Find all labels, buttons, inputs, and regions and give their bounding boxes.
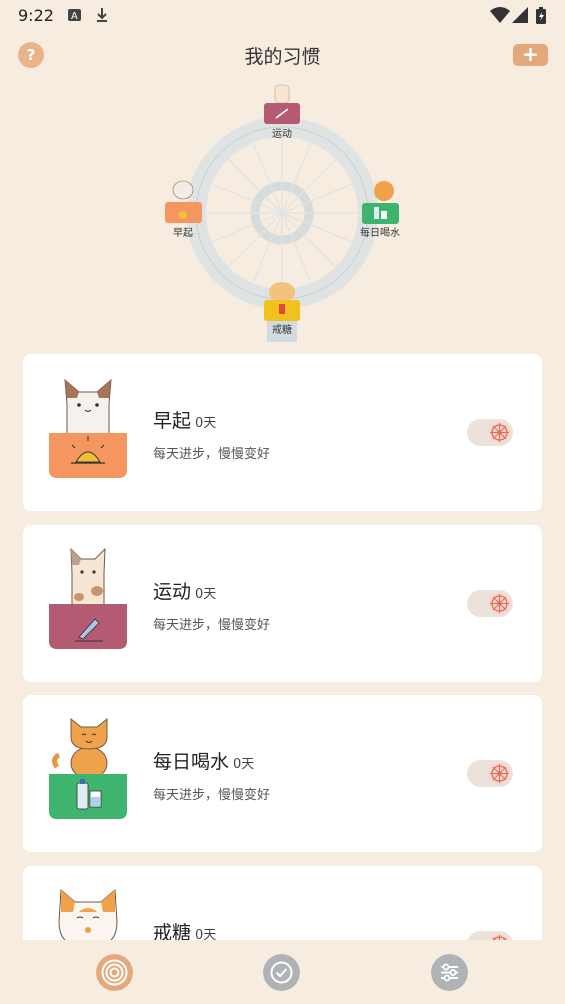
habit-title: 早起 0天 (153, 406, 216, 433)
habit-name: 每日喝水 (153, 751, 230, 773)
wifi-icon (490, 7, 510, 23)
habit-card-early-rise[interactable]: 早起 0天 每天进步，慢慢变好 (23, 354, 542, 511)
app-notification-icon: A (68, 9, 81, 22)
habit-title: 每日喝水 0天 (153, 747, 254, 774)
add-habit-button[interactable]: + (513, 44, 548, 66)
wheel-knob-icon (488, 592, 511, 615)
header: ? 我的习惯 + (0, 36, 565, 76)
habit-card-exercise[interactable]: 运动 0天 每天进步，慢慢变好 (23, 525, 542, 682)
habit-subtitle: 每天进步，慢慢变好 (153, 788, 271, 803)
habit-toggle[interactable] (467, 760, 513, 787)
habit-name: 早起 (153, 410, 192, 432)
wheel-frame (186, 117, 378, 309)
habit-subtitle: 每天进步，慢慢变好 (153, 618, 271, 633)
habit-wheel: 运动 早起 每日喝水 戒糖 (160, 80, 410, 345)
status-bar: 9:22 A (0, 0, 565, 32)
habit-days: 0天 (233, 757, 255, 772)
wheel-label-quit-sugar: 戒糖 (272, 323, 292, 336)
page-title: 我的习惯 (244, 46, 321, 68)
nav-check-in-icon[interactable] (263, 954, 300, 991)
habit-card-drink-water[interactable]: 每日喝水 0天 每天进步，慢慢变好 (23, 695, 542, 852)
habit-days: 0天 (195, 587, 217, 602)
nav-habits-icon[interactable] (96, 954, 133, 991)
wheel-knob-icon (488, 421, 511, 444)
wheel-label-exercise: 运动 (272, 128, 292, 140)
habit-toggle[interactable] (467, 590, 513, 617)
download-icon (97, 8, 107, 22)
wheel-label-early-rise: 早起 (173, 227, 193, 239)
status-time: 9:22 (18, 6, 54, 25)
cat-exercise-illustration (49, 547, 127, 649)
habit-toggle[interactable] (467, 419, 513, 446)
wheel-knob-icon (488, 762, 511, 785)
wheel-cabin-quit-sugar[interactable]: 戒糖 (264, 282, 300, 342)
habit-title: 运动 0天 (153, 577, 216, 604)
habit-days: 0天 (195, 416, 217, 431)
nav-settings-icon[interactable] (431, 954, 468, 991)
habit-subtitle: 每天进步，慢慢变好 (153, 447, 271, 462)
signal-icon (512, 7, 528, 23)
habit-name: 运动 (153, 581, 192, 603)
cat-drink-water-illustration (49, 717, 127, 819)
battery-icon (536, 7, 546, 24)
wheel-label-drink-water: 每日喝水 (360, 226, 400, 239)
cat-early-rise-illustration (49, 378, 127, 478)
svg-text:A: A (71, 11, 78, 22)
